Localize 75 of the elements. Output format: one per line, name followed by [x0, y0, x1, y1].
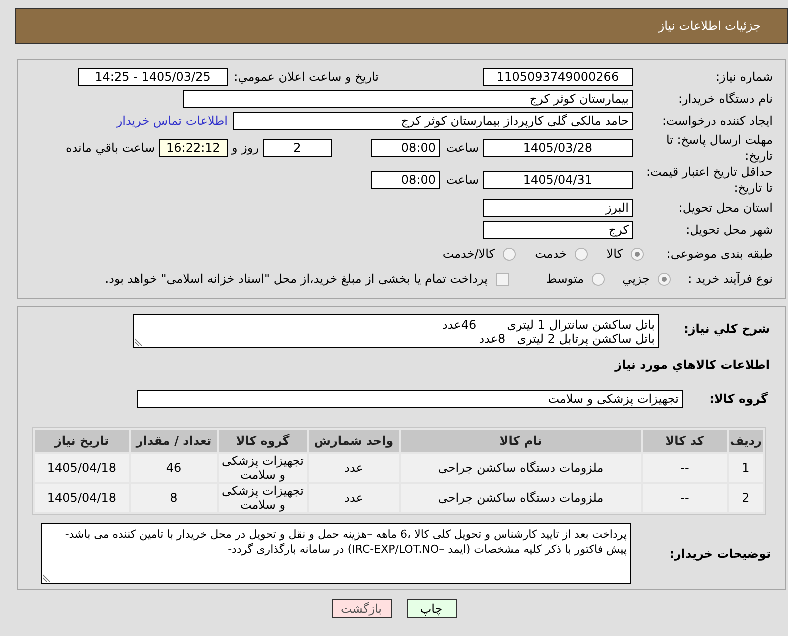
- column-header: تاریخ نیاز: [35, 430, 129, 452]
- table-cell: تجهیزات پزشکی و سلامت: [219, 484, 307, 512]
- requester-field[interactable]: حامد مالکی گلی کارپرداز بیمارستان کوثر کرج: [233, 112, 633, 130]
- table-cell: 1405/04/18: [35, 484, 129, 512]
- radio-label: متوسط: [546, 271, 584, 288]
- days-field[interactable]: 2: [263, 139, 332, 157]
- field-label: روز و: [230, 140, 260, 157]
- table-cell: ملزومات دستگاه ساکشن جراحی: [401, 484, 641, 512]
- table-cell: عدد: [309, 454, 399, 482]
- summary-field[interactable]: باتل ساکشن سانترال 1 لیتری 46عدد باتل ساکشن پرتابل 2 لیتری 8عدد: [133, 314, 659, 348]
- back-button[interactable]: بازگشت: [332, 599, 392, 618]
- table-cell: --: [643, 454, 727, 482]
- province-field[interactable]: البرز: [483, 198, 633, 216]
- field-label: ساعت: [445, 172, 480, 189]
- radio-button[interactable]: [631, 248, 644, 260]
- radio-label: خدمت: [535, 246, 567, 263]
- goods-group-field[interactable]: تجهیزات پزشکی و سلامت: [137, 390, 683, 408]
- table-cell: 1: [729, 454, 763, 482]
- validity-date-field[interactable]: 1405/04/31: [483, 171, 633, 189]
- field-label: حداقل تاریخ اعتبار قیمت: تا تاریخ:: [645, 164, 773, 196]
- field-label: ساعت: [445, 140, 480, 157]
- buyer-notes-field[interactable]: پرداخت بعد از تایید کارشناس و تحویل کلی کالا ،6 ماهه –هزینه حمل و نقل و تحویل در محل خریدار با تامین کننده می باشد-پیش فاکتور با ذکر کلیه مشخصات (ایمد –IRC-EXP/LOT.NO) در سامانه بارگذاری گردد-: [41, 523, 631, 584]
- section-title: اطلاعات کالاهاي مورد نياز: [615, 357, 771, 374]
- need-number-field[interactable]: 1105093749000266: [483, 68, 633, 86]
- deadline-date-field[interactable]: 1405/03/28: [483, 139, 633, 157]
- column-header: نام کالا: [401, 430, 641, 452]
- field-label: تاریخ و ساعت اعلان عمومي:: [233, 69, 379, 86]
- field-label: توضیحات خریدار:: [668, 546, 772, 562]
- checkbox[interactable]: [496, 272, 509, 286]
- radio-label: کالا/خدمت: [442, 246, 495, 263]
- table-cell: ملزومات دستگاه ساکشن جراحی: [401, 454, 641, 482]
- field-label: نام دستگاه خریدار:: [678, 91, 773, 108]
- print-button[interactable]: چاپ: [406, 599, 456, 618]
- buyer-org-field[interactable]: بیمارستان کوثر کرج: [183, 90, 633, 108]
- column-header: تعداد / مقدار: [131, 430, 217, 452]
- column-header: واحد شمارش: [309, 430, 399, 452]
- table-cell: 2: [729, 484, 763, 512]
- column-header: گروه کالا: [219, 430, 307, 452]
- field-label: شهر محل تحویل:: [685, 222, 773, 239]
- contact-link[interactable]: اطلاعات تماس خریدار: [116, 112, 228, 130]
- field-label: ساعت باقي مانده: [66, 140, 155, 157]
- table-cell: 1405/04/18: [35, 454, 129, 482]
- city-field[interactable]: کرج: [483, 221, 633, 239]
- field-label: مهلت ارسال پاسخ: تا تاریخ:: [665, 132, 773, 164]
- page-title: جزئیات اطلاعات نیاز: [658, 18, 761, 35]
- radio-label: کالا: [606, 246, 623, 263]
- summary-line: باتل ساکشن پرتابل 2 لیتری 8عدد: [479, 332, 655, 346]
- table-cell: 8: [131, 484, 217, 512]
- table-cell: تجهیزات پزشکی و سلامت: [219, 454, 307, 482]
- field-label: استان محل تحویل:: [678, 200, 773, 216]
- table-cell: 46: [131, 454, 217, 482]
- field-label: نوع فرآیند خرید :: [687, 271, 773, 288]
- resize-grip-icon[interactable]: [43, 574, 51, 582]
- field-label: شرح کلي نياز:: [683, 321, 771, 338]
- field-label: گروه کالا:: [708, 391, 769, 408]
- checkbox-label: پرداخت تمام یا بخشی از مبلغ خرید،از محل "اسناد خزانه اسلامی" خواهد بود.: [105, 271, 488, 288]
- radio-button[interactable]: [503, 248, 516, 260]
- column-header: کد کالا: [643, 430, 727, 452]
- remaining-time-field[interactable]: 16:22:12: [159, 139, 228, 157]
- column-header: ردیف: [729, 430, 763, 452]
- buyer-notes-text: پرداخت بعد از تایید کارشناس و تحویل کلی کالا ،6 ماهه –هزینه حمل و نقل و تحویل در محل خریدار با تامین کننده می باشد-پیش فاکتور با ذکر کلیه مشخصات (ایمد –IRC-EXP/LOT.NO) در سامانه بارگذاری گردد-: [65, 528, 627, 556]
- field-label: ایجاد کننده درخواست:: [661, 113, 773, 130]
- resize-grip-icon[interactable]: [135, 338, 143, 346]
- radio-button[interactable]: [658, 272, 671, 286]
- table-cell: عدد: [309, 484, 399, 512]
- summary-line: باتل ساکشن سانترال 1 لیتری 46عدد: [442, 318, 655, 332]
- radio-label: جزيي: [622, 271, 650, 288]
- radio-button[interactable]: [592, 272, 605, 286]
- validity-time-field[interactable]: 08:00: [371, 171, 440, 189]
- field-label: طبقه بندی موضوعی:: [666, 246, 773, 263]
- table-cell: --: [643, 484, 727, 512]
- field-label: شماره نیاز:: [715, 69, 773, 86]
- announcement-field[interactable]: 1405/03/25 - 14:25: [78, 68, 228, 86]
- deadline-time-field[interactable]: 08:00: [371, 139, 440, 157]
- radio-button[interactable]: [575, 248, 588, 260]
